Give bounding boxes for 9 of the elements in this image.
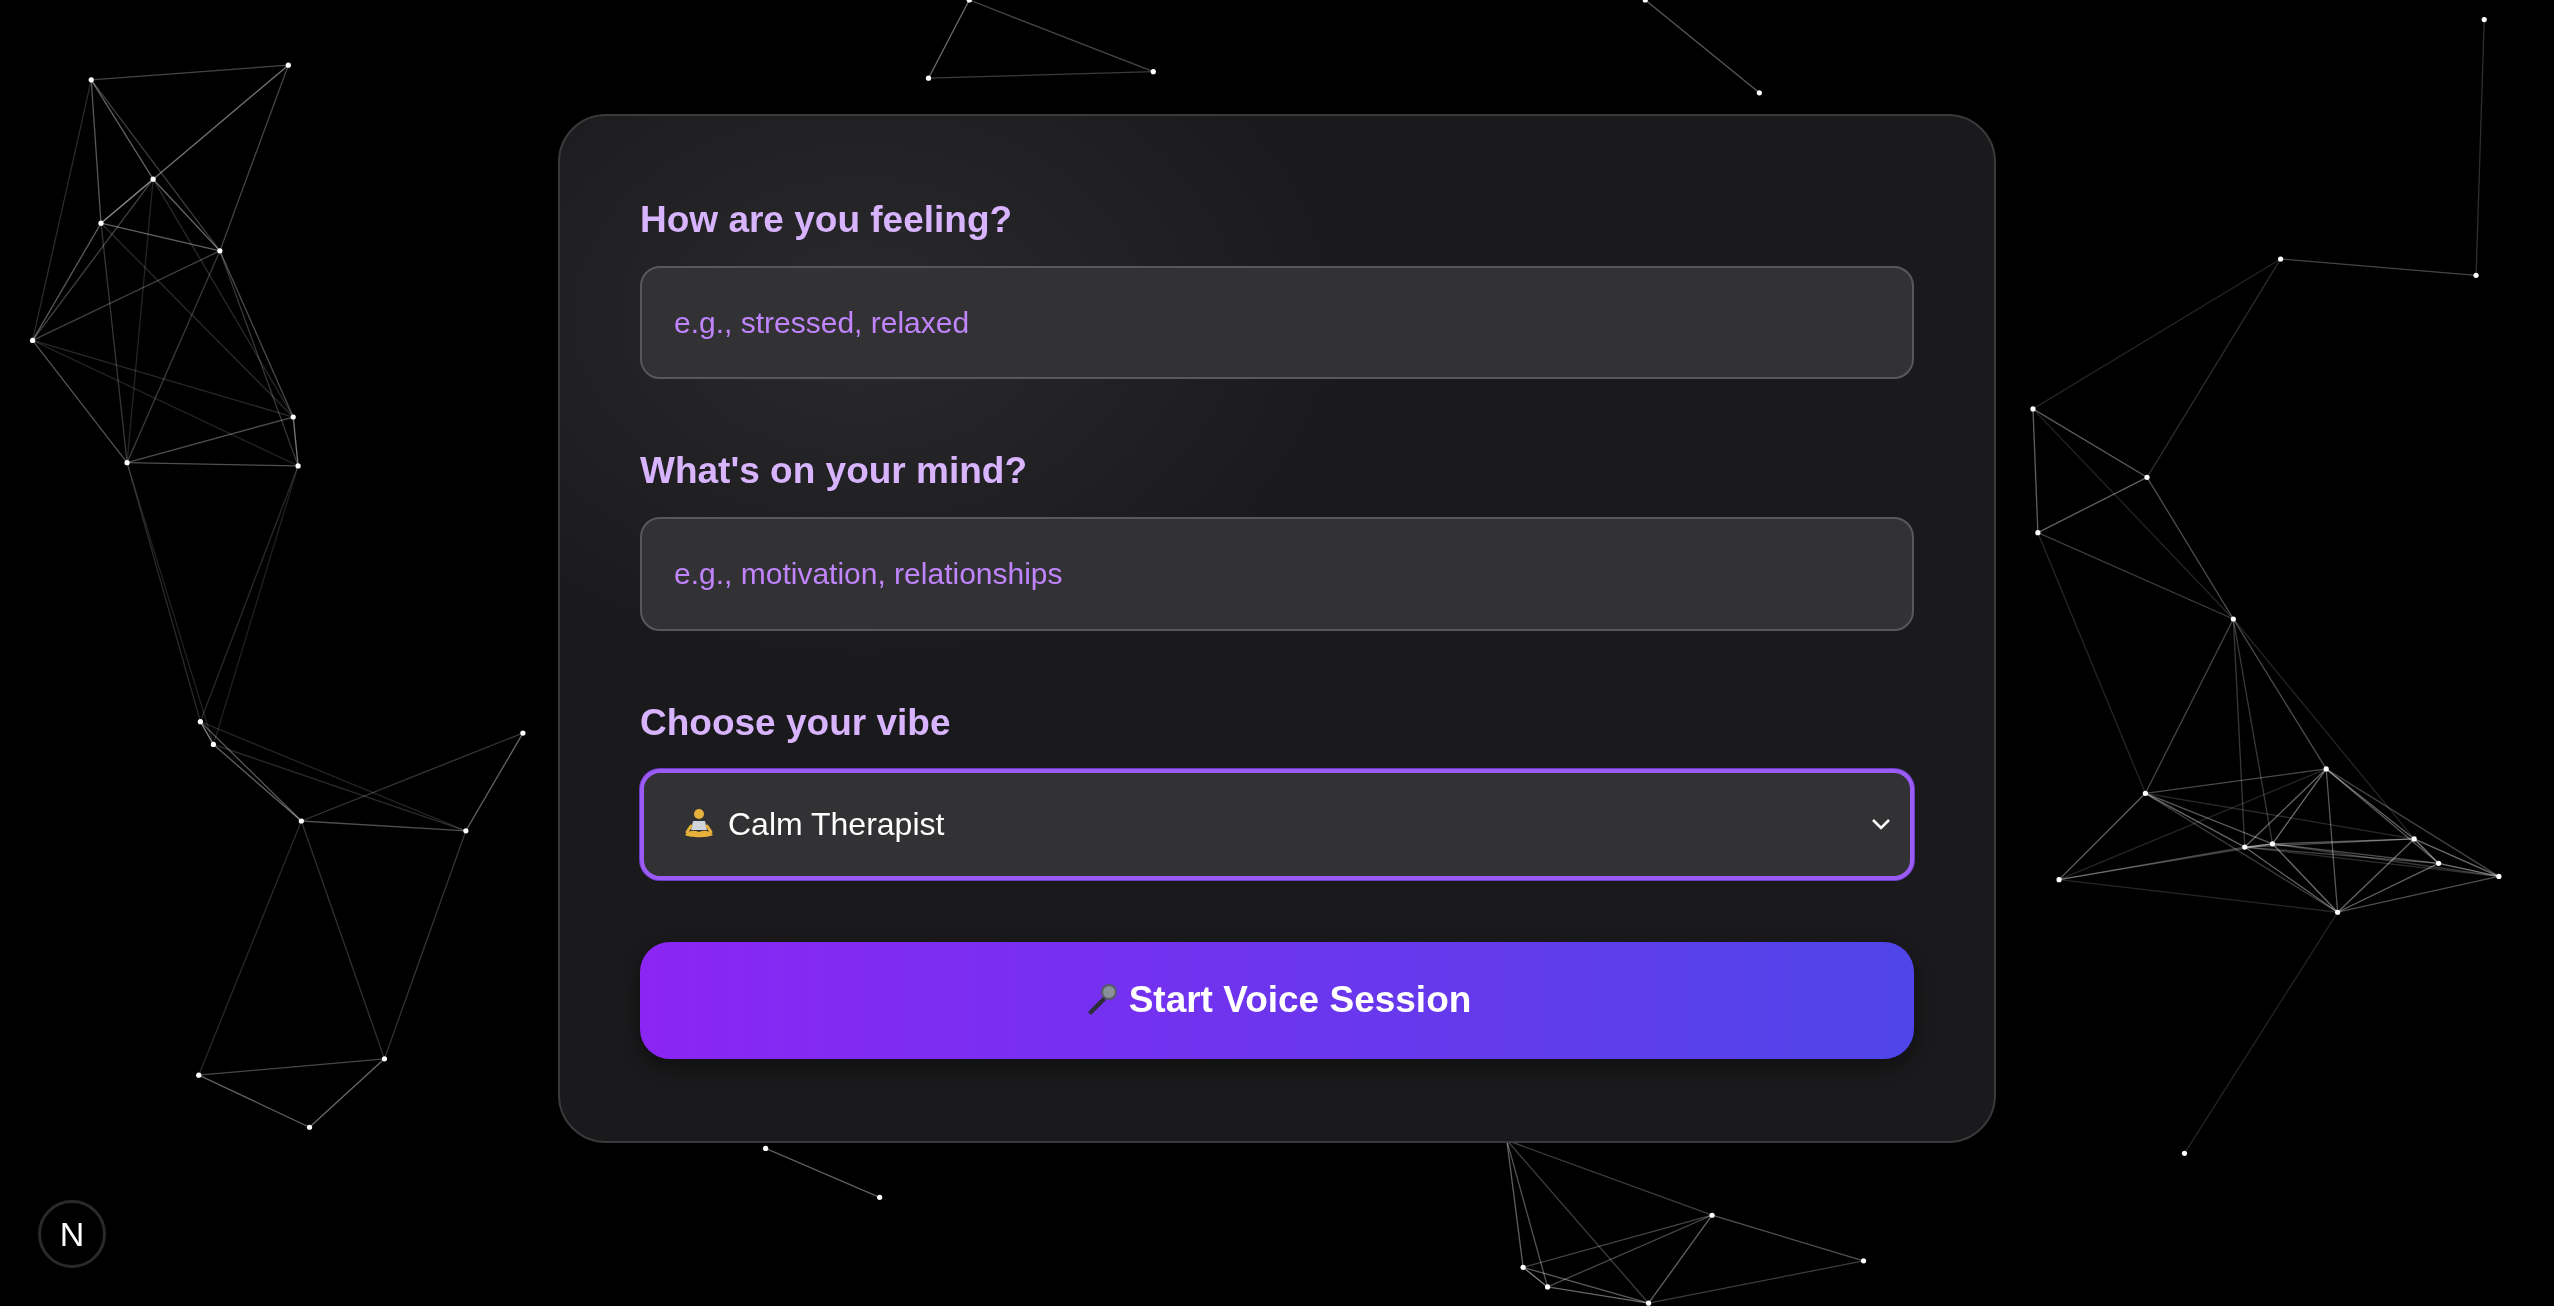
chevron-down-icon [1870,817,1892,832]
text-field[interactable]: e.g., stressed, relaxed [640,266,1914,380]
start-session-button[interactable]: Start Voice Session [640,941,1914,1059]
logo-badge[interactable]: N [38,1200,106,1268]
field-label: Choose your vibe [640,700,952,745]
vibe-dropdown[interactable]: Calm Therapist [640,768,1914,880]
field-label: What's on your mind? [640,449,1028,494]
field-label: How are you feeling? [640,198,1014,242]
text-field[interactable]: e.g., motivation, relationships [640,517,1914,631]
